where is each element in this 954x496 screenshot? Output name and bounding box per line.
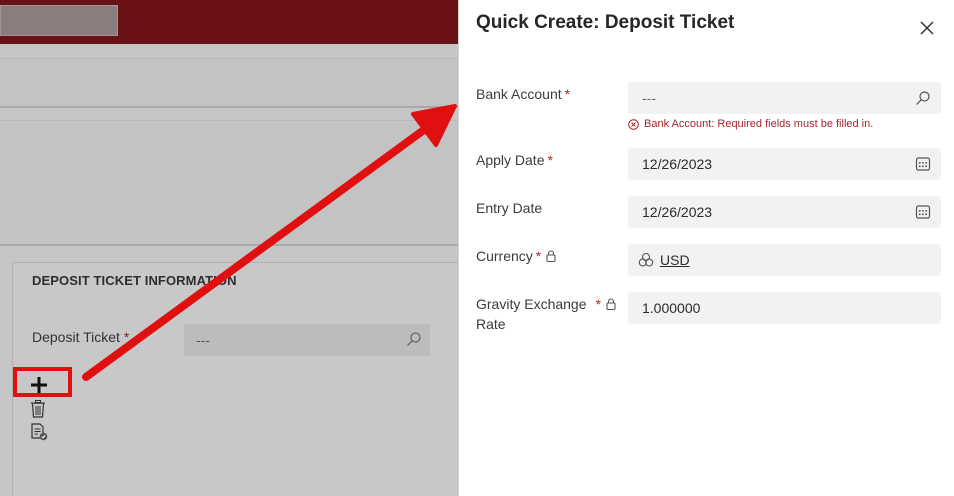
apply-date-label: Apply Date * (476, 150, 553, 170)
currency-label-text: Currency (476, 248, 533, 264)
required-marker: * (595, 296, 601, 312)
search-icon[interactable] (915, 90, 931, 106)
currency-icon (638, 252, 654, 267)
document-check-icon[interactable] (30, 423, 48, 441)
bank-account-error-text: Bank Account: Required fields must be fi… (644, 118, 874, 130)
deposit-ticket-section (12, 262, 460, 496)
background-app: DEPOSIT TICKET INFORMATION Deposit Ticke… (0, 0, 460, 496)
app-header (0, 0, 460, 44)
header-search-box[interactable] (0, 5, 118, 36)
bank-account-error: Bank Account: Required fields must be fi… (628, 118, 873, 130)
close-icon[interactable] (914, 15, 940, 41)
bank-account-label-text: Bank Account (476, 86, 562, 102)
entry-date-field[interactable]: 12/26/2023 (628, 196, 941, 228)
calendar-icon[interactable] (915, 156, 931, 172)
panel-title: Quick Create: Deposit Ticket (476, 12, 735, 33)
exchange-rate-label-line1: Gravity Exchange (476, 296, 587, 312)
error-icon (628, 118, 639, 130)
exchange-rate-value: 1.000000 (642, 300, 701, 316)
currency-link[interactable]: USD (660, 252, 690, 268)
calendar-icon[interactable] (915, 204, 931, 220)
entry-date-label: Entry Date (476, 198, 542, 218)
quick-create-panel: Quick Create: Deposit Ticket Bank Accoun… (458, 0, 954, 496)
apply-date-label-text: Apply Date (476, 152, 545, 168)
currency-lookup: USD (628, 244, 941, 276)
bank-account-label: Bank Account * (476, 84, 570, 104)
lock-icon (606, 298, 616, 310)
currency-label: Currency * (476, 246, 556, 266)
bank-account-placeholder: --- (642, 90, 656, 106)
required-marker: * (564, 86, 571, 102)
deposit-ticket-value: --- (196, 332, 210, 348)
form-header (0, 120, 460, 246)
exchange-rate-label-line2: Rate (476, 316, 506, 332)
search-icon[interactable] (406, 331, 422, 347)
apply-date-field[interactable]: 12/26/2023 (628, 148, 941, 180)
section-title: DEPOSIT TICKET INFORMATION (32, 273, 237, 288)
deposit-ticket-label: Deposit Ticket * (32, 329, 129, 345)
entry-date-label-text: Entry Date (476, 200, 543, 216)
required-marker: * (123, 329, 130, 345)
deposit-ticket-lookup[interactable]: --- (184, 324, 430, 356)
deposit-ticket-label-text: Deposit Ticket (32, 329, 120, 345)
lock-icon (546, 250, 556, 262)
required-marker: * (547, 152, 553, 168)
apply-date-value: 12/26/2023 (642, 156, 713, 172)
entry-date-value: 12/26/2023 (642, 204, 713, 220)
exchange-rate-field: 1.000000 (628, 292, 941, 324)
annotation-highlight-box (13, 367, 72, 397)
bank-account-lookup[interactable]: --- (628, 82, 941, 114)
trash-icon[interactable] (30, 400, 46, 418)
exchange-rate-label: Gravity Exchange * Rate (476, 294, 616, 334)
required-marker: * (535, 248, 542, 264)
command-bar (0, 58, 460, 108)
